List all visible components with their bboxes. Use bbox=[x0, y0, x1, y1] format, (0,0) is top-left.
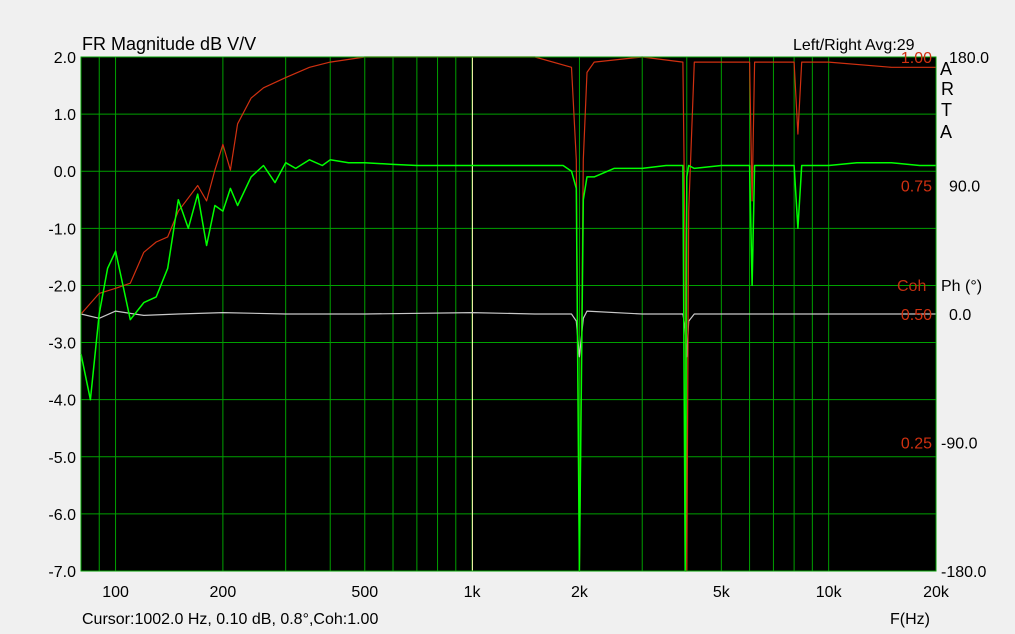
x-tick-label: 100 bbox=[102, 584, 129, 601]
y-tick-label: -7.0 bbox=[48, 564, 76, 581]
y-tick-label: -2.0 bbox=[48, 278, 76, 295]
x-tick-label: 5k bbox=[713, 584, 731, 601]
fr-plot: 2.0 1.0 0.0 -1.0 -2.0 -3.0 -4.0 -5.0 -6.0 -7.0 100… bbox=[48, 50, 989, 601]
y-tick-label: -4.0 bbox=[48, 393, 76, 410]
coh-tick-label: 0.75 bbox=[901, 179, 932, 196]
phase-tick-label: -180.0 bbox=[941, 564, 986, 581]
x-tick-label: 200 bbox=[210, 584, 237, 601]
channel-info: Left/Right Avg:29 bbox=[793, 37, 915, 54]
x-tick-label: 2k bbox=[571, 584, 589, 601]
phase-tick-label: 0.0 bbox=[949, 307, 971, 324]
y-tick-label: 0.0 bbox=[54, 164, 76, 181]
y-tick-label: -3.0 bbox=[48, 336, 76, 353]
phase-axis-label: Ph (°) bbox=[941, 278, 983, 295]
x-axis-label: F(Hz) bbox=[890, 611, 930, 628]
coh-tick-label: 0.50 bbox=[901, 307, 932, 324]
chart-title: FR Magnitude dB V/V bbox=[82, 34, 257, 54]
brand-letter-a1: A bbox=[940, 59, 953, 79]
y-tick-label: 2.0 bbox=[54, 50, 76, 67]
brand-letter-a2: A bbox=[940, 122, 953, 142]
phase-tick-label: -90.0 bbox=[941, 436, 978, 453]
coh-axis-label: Coh bbox=[897, 278, 927, 295]
y-tick-label: 1.0 bbox=[54, 107, 76, 124]
phase-tick-label: 180.0 bbox=[949, 50, 989, 67]
x-tick-label: 1k bbox=[464, 584, 482, 601]
cursor-readout: Cursor:1002.0 Hz, 0.10 dB, 0.8°,Coh:1.00 bbox=[82, 611, 379, 628]
y-tick-label: -1.0 bbox=[48, 221, 76, 238]
x-tick-label: 10k bbox=[816, 584, 843, 601]
y-tick-label: -5.0 bbox=[48, 450, 76, 467]
brand-letter-t: T bbox=[941, 100, 952, 120]
y-tick-label: -6.0 bbox=[48, 507, 76, 524]
brand-letter-r: R bbox=[941, 79, 954, 99]
x-tick-label: 20k bbox=[923, 584, 950, 601]
coh-tick-label: 0.25 bbox=[901, 436, 932, 453]
x-tick-label: 500 bbox=[351, 584, 378, 601]
phase-tick-label: 90.0 bbox=[949, 179, 980, 196]
